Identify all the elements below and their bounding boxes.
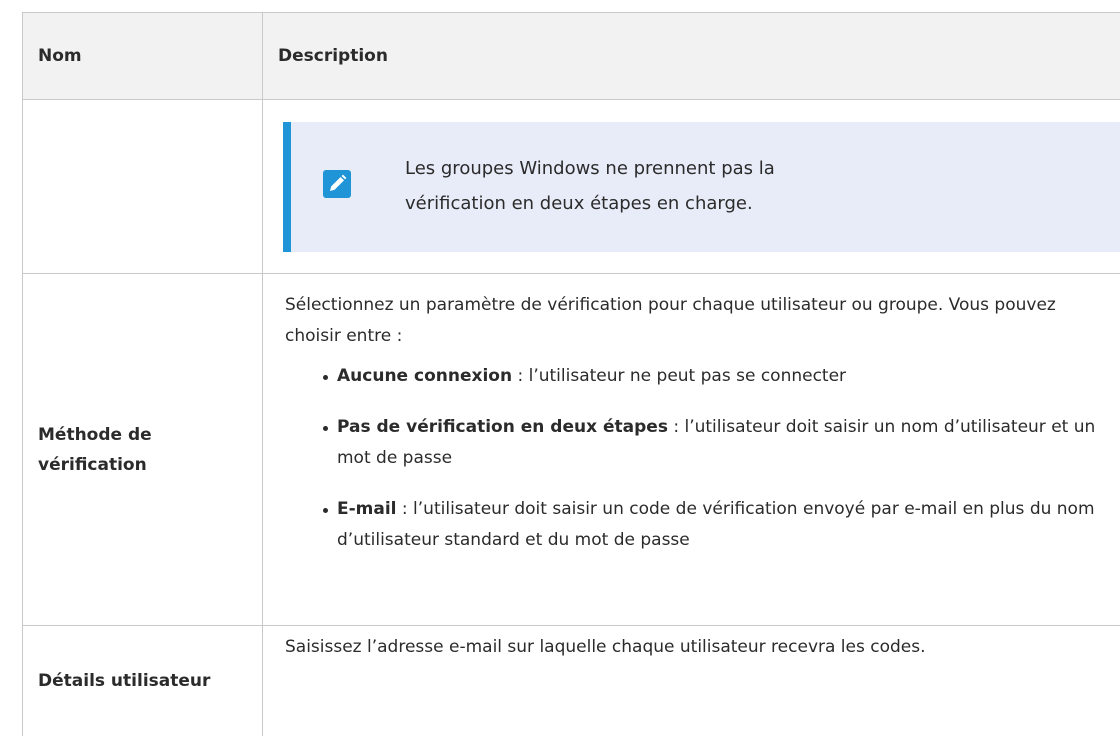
row-name-details: Détails utilisateur — [23, 626, 263, 736]
pencil-icon — [323, 170, 351, 198]
option-term: Aucune connexion — [337, 366, 512, 386]
row-description-details: Saisissez l’adresse e-mail sur laquelle … — [263, 626, 1120, 736]
list-item: Pas de vérification en deux étapes : l’u… — [323, 412, 1103, 474]
note-line-1: Les groupes Windows ne prennent pas la — [405, 151, 1005, 186]
table-row: Les groupes Windows ne prennent pas la v… — [23, 100, 1120, 274]
note-box: Les groupes Windows ne prennent pas la v… — [283, 122, 1120, 252]
name-line-2: vérification — [38, 450, 252, 480]
option-text: : l’utilisateur doit saisir un code de v… — [337, 499, 1095, 550]
row-description-method: Sélectionnez un paramètre de vérificatio… — [263, 274, 1120, 626]
bullet-icon — [323, 508, 328, 513]
name-line-1: Méthode de — [38, 420, 252, 450]
bullet-icon — [323, 375, 328, 380]
header-description: Description — [263, 13, 1120, 100]
table-row: Méthode de vérification Sélectionnez un … — [23, 274, 1120, 626]
option-term: E-mail — [337, 499, 397, 519]
method-options-list: Aucune connexion : l’utilisateur ne peut… — [285, 361, 1103, 556]
list-item: Aucune connexion : l’utilisateur ne peut… — [323, 361, 1103, 392]
note-cell: Les groupes Windows ne prennent pas la v… — [263, 100, 1120, 274]
table-row: Détails utilisateur Saisissez l’adresse … — [23, 626, 1120, 736]
note-line-2: vérification en deux étapes en charge. — [405, 186, 1005, 221]
bullet-icon — [323, 426, 328, 431]
option-text: : l’utilisateur ne peut pas se connecter — [512, 366, 846, 386]
details-text: Saisissez l’adresse e-mail sur laquelle … — [285, 626, 1103, 663]
list-item: E-mail : l’utilisateur doit saisir un co… — [323, 494, 1103, 556]
row-name-method: Méthode de vérification — [23, 274, 263, 626]
method-intro: Sélectionnez un paramètre de vérificatio… — [285, 274, 1103, 352]
option-term: Pas de vérification en deux étapes — [337, 417, 668, 437]
settings-table: Nom Description Les groupes Windows ne p… — [22, 12, 1120, 736]
note-text: Les groupes Windows ne prennent pas la v… — [405, 151, 1005, 221]
empty-name-cell — [23, 100, 263, 274]
header-name: Nom — [23, 13, 263, 100]
table-header-row: Nom Description — [23, 13, 1120, 100]
